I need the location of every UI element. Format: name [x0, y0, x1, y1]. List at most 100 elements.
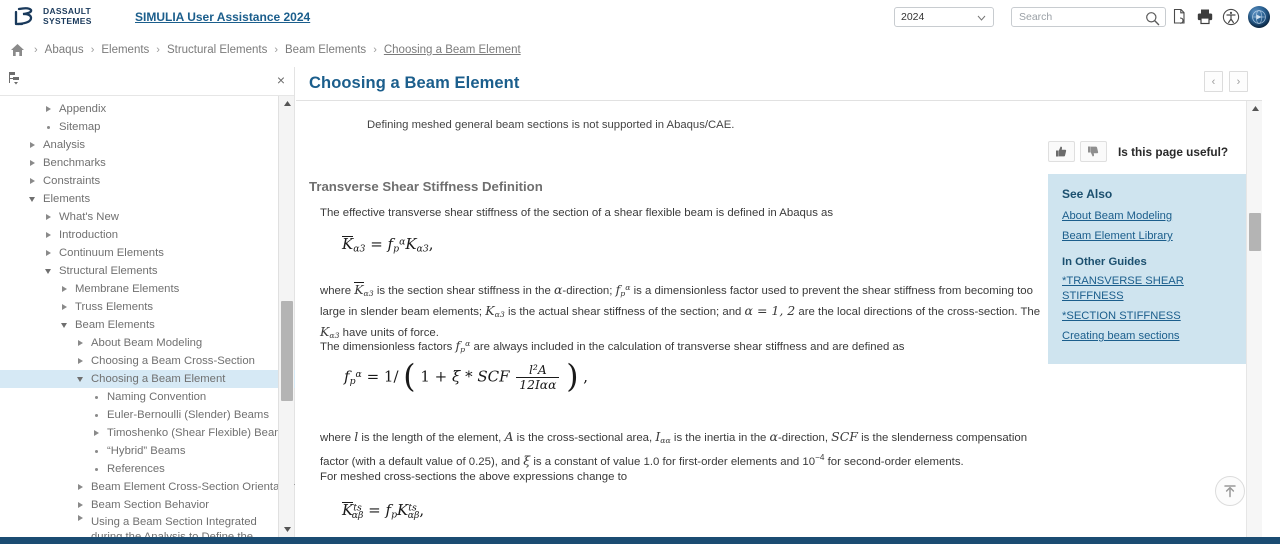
- p3-pre: The dimensionless factors: [320, 340, 456, 353]
- home-icon[interactable]: [10, 43, 25, 57]
- other-guides-link-0[interactable]: *TRANSVERSE SHEAR STIFFNESS: [1062, 274, 1236, 304]
- chevron-right-icon[interactable]: [74, 515, 86, 521]
- chevron-right-icon[interactable]: [74, 340, 86, 346]
- tree-item-16[interactable]: Naming Convention: [0, 388, 295, 406]
- chevron-right-icon[interactable]: [26, 160, 38, 166]
- tree-scrollbar[interactable]: [278, 96, 294, 537]
- globe-icon[interactable]: [1248, 5, 1270, 28]
- tree-item-9[interactable]: Structural Elements: [0, 262, 295, 280]
- chevron-right-icon[interactable]: [42, 250, 54, 256]
- section-heading: Transverse Shear Stiffness Definition: [309, 179, 543, 194]
- logo-line-2: SYSTEMES: [43, 15, 92, 26]
- dassault-systemes-logo[interactable]: DASSAULT SYSTEMES: [13, 6, 121, 28]
- tree-panel-header: ×: [0, 67, 294, 96]
- tree-item-label: Analysis: [43, 139, 86, 151]
- tree-scroll-up-arrow[interactable]: [279, 96, 295, 111]
- breadcrumb-item-4[interactable]: Choosing a Beam Element: [384, 44, 521, 56]
- chevron-right-icon[interactable]: [42, 232, 54, 238]
- tree-item-label: Euler-Bernoulli (Slender) Beams: [107, 409, 269, 421]
- content-scroll-thumb[interactable]: [1249, 213, 1261, 251]
- chevron-right-icon[interactable]: [42, 106, 54, 112]
- chevron-down-icon[interactable]: [74, 376, 86, 382]
- chevron-right-icon[interactable]: [42, 214, 54, 220]
- p2-a: is the section shear stiffness in the: [373, 284, 554, 297]
- tree-item-1[interactable]: Sitemap: [0, 118, 295, 136]
- chevron-right-icon[interactable]: [74, 358, 86, 364]
- tree-item-2[interactable]: Analysis: [0, 136, 295, 154]
- p3-post: are always included in the calculation o…: [470, 340, 905, 353]
- see-also-link-0[interactable]: About Beam Modeling: [1062, 209, 1236, 224]
- chevron-down-icon[interactable]: [58, 322, 70, 328]
- tree-item-0[interactable]: Appendix: [0, 100, 295, 118]
- tree-item-5[interactable]: Elements: [0, 190, 295, 208]
- tree-item-15[interactable]: Choosing a Beam Element: [0, 370, 295, 388]
- tree-item-13[interactable]: About Beam Modeling: [0, 334, 295, 352]
- tree-item-21[interactable]: Beam Element Cross-Section Orientation: [0, 478, 295, 496]
- tree-item-22[interactable]: Beam Section Behavior: [0, 496, 295, 514]
- tree-item-6[interactable]: What's New: [0, 208, 295, 226]
- tree-item-17[interactable]: Euler-Bernoulli (Slender) Beams: [0, 406, 295, 424]
- tree-item-label: Sitemap: [59, 121, 101, 133]
- version-select[interactable]: 2024: [894, 6, 994, 27]
- breadcrumb-item-3[interactable]: Beam Elements: [285, 44, 366, 56]
- chevron-right-icon[interactable]: [90, 430, 102, 436]
- content-scroll-up-arrow[interactable]: [1247, 101, 1262, 116]
- thumbs-up-icon[interactable]: [1048, 141, 1075, 162]
- p2-e: are the local directions of the cross-se…: [795, 306, 1041, 319]
- tree-item-23[interactable]: Using a Beam Section Integrated during t…: [0, 514, 295, 537]
- equation-2-denominator: 12Iαα: [516, 377, 560, 392]
- breadcrumb-separator: ›: [34, 44, 38, 56]
- chevron-right-icon[interactable]: [58, 304, 70, 310]
- tree-item-3[interactable]: Benchmarks: [0, 154, 295, 172]
- tree-item-label: Benchmarks: [43, 157, 106, 169]
- breadcrumb-item-0[interactable]: Abaqus: [45, 44, 84, 56]
- tree-collapse-icon[interactable]: [8, 71, 23, 91]
- chevron-down-icon[interactable]: [26, 196, 38, 202]
- tree-item-11[interactable]: Truss Elements: [0, 298, 295, 316]
- other-guides-link-2[interactable]: Creating beam sections: [1062, 329, 1236, 344]
- chevron-right-icon[interactable]: [58, 286, 70, 292]
- content-scrollbar[interactable]: [1246, 101, 1262, 537]
- accessibility-icon[interactable]: [1218, 4, 1244, 30]
- chevron-right-icon[interactable]: [26, 142, 38, 148]
- close-icon[interactable]: ×: [277, 73, 285, 87]
- p4-d: -direction,: [777, 432, 832, 444]
- paragraph-5: For meshed cross-sections the above expr…: [320, 471, 628, 483]
- tree-item-4[interactable]: Constraints: [0, 172, 295, 190]
- next-page-button[interactable]: ›: [1229, 71, 1248, 92]
- tree-scroll-down-arrow[interactable]: [279, 522, 295, 537]
- tree-item-14[interactable]: Choosing a Beam Cross-Section: [0, 352, 295, 370]
- 3ds-logo-icon: [13, 6, 43, 28]
- tree-scroll-thumb[interactable]: [281, 301, 293, 401]
- chevron-right-icon[interactable]: [74, 484, 86, 490]
- tree-item-label: References: [107, 463, 165, 475]
- tree-item-18[interactable]: Timoshenko (Shear Flexible) Beams: [0, 424, 295, 442]
- scroll-to-top-icon[interactable]: [1215, 476, 1245, 506]
- tree-item-12[interactable]: Beam Elements: [0, 316, 295, 334]
- search-icon[interactable]: [1145, 11, 1160, 31]
- search-box[interactable]: [1011, 6, 1166, 27]
- tree-item-10[interactable]: Membrane Elements: [0, 280, 295, 298]
- page-link-icon[interactable]: [1166, 4, 1192, 30]
- see-also-link-1[interactable]: Beam Element Library: [1062, 229, 1236, 244]
- previous-page-button[interactable]: ‹: [1204, 71, 1223, 92]
- tree-item-7[interactable]: Introduction: [0, 226, 295, 244]
- tree-item-19[interactable]: “Hybrid” Beams: [0, 442, 295, 460]
- other-guides-title: In Other Guides: [1062, 256, 1147, 268]
- tree-item-label: Appendix: [59, 103, 107, 115]
- other-guides-link-1[interactable]: *SECTION STIFFNESS: [1062, 309, 1236, 324]
- search-input[interactable]: [1017, 9, 1139, 24]
- tree-item-label: Beam Section Behavior: [91, 499, 210, 511]
- chevron-down-icon[interactable]: [42, 268, 54, 274]
- breadcrumb-item-2[interactable]: Structural Elements: [167, 44, 267, 56]
- printer-icon[interactable]: [1192, 4, 1218, 30]
- tree-item-20[interactable]: References: [0, 460, 295, 478]
- tree-item-8[interactable]: Continuum Elements: [0, 244, 295, 262]
- chevron-right-icon[interactable]: [26, 178, 38, 184]
- page-feedback-row: Is this page useful?: [1048, 141, 1250, 162]
- chevron-right-icon[interactable]: [74, 502, 86, 508]
- app-title-link[interactable]: SIMULIA User Assistance 2024: [135, 10, 310, 24]
- tree-item-label: Truss Elements: [75, 301, 154, 313]
- breadcrumb-item-1[interactable]: Elements: [101, 44, 149, 56]
- thumbs-down-icon[interactable]: [1080, 141, 1107, 162]
